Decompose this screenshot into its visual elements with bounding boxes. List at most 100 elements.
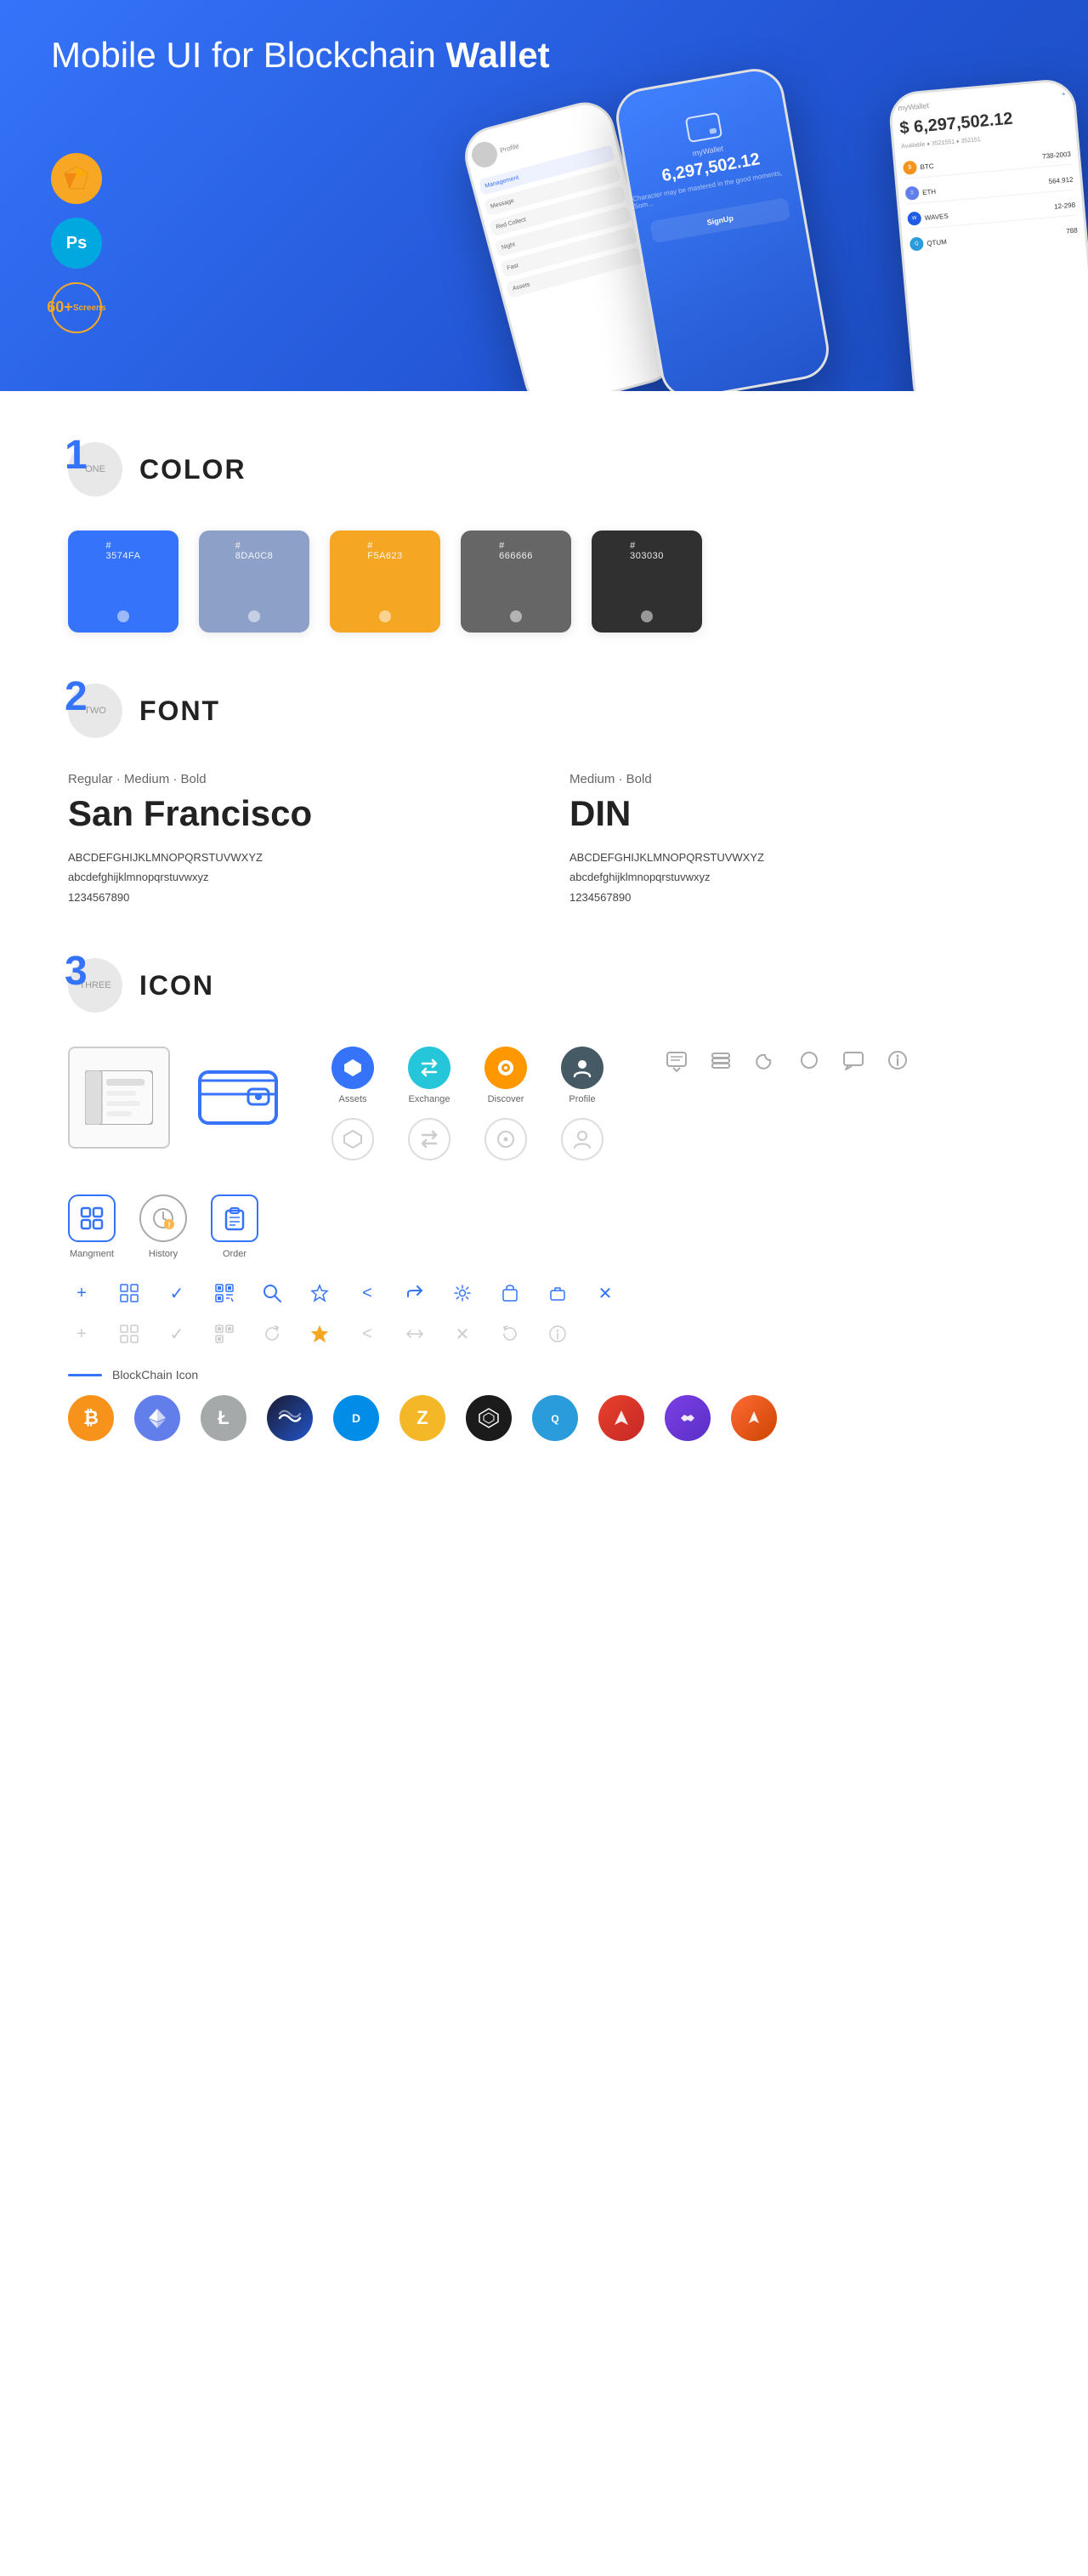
check-ghost-icon: ✓ [163, 1320, 190, 1348]
font-grid: Regular · Medium · Bold San Francisco AB… [68, 772, 1020, 907]
eth-icon [134, 1395, 180, 1441]
hero-section: Mobile UI for Blockchain Wallet UI Kit P… [0, 0, 1088, 391]
x-ghost-icon: ✕ [449, 1320, 476, 1348]
small-icons-active: + ✓ < ✕ [68, 1279, 1020, 1307]
plus-icon: + [68, 1279, 95, 1307]
resize-icon [544, 1279, 571, 1307]
icon-grid-main: Assets Exchange Discover [68, 1047, 1020, 1160]
icon-order: Order [211, 1194, 258, 1259]
icon-history: ! History [139, 1194, 187, 1259]
small-icons-ghost: + ✓ < ✕ [68, 1320, 1020, 1348]
ps-badge: Ps [51, 218, 102, 269]
qr-ghost-icon [211, 1320, 238, 1348]
bat-icon [731, 1395, 777, 1441]
matic-icon [665, 1395, 711, 1441]
message-icon [663, 1047, 690, 1074]
section-number-2: TWO 2 [68, 684, 122, 738]
svg-text:D: D [352, 1411, 360, 1425]
chevron-left-icon: < [354, 1279, 381, 1307]
check-icon: ✓ [163, 1279, 190, 1307]
redo-ghost-icon [496, 1320, 524, 1348]
font-san-francisco: Regular · Medium · Bold San Francisco AB… [68, 772, 518, 907]
discover-icon [484, 1047, 527, 1089]
misc-icons-group [663, 1047, 911, 1074]
font-section-header: TWO 2 FONT [68, 684, 1020, 738]
screens-badge: 60+ Screens [51, 282, 102, 333]
icon-wallet-colored [187, 1047, 289, 1149]
font-din: Medium · Bold DIN ABCDEFGHIJKLMNOPQRSTUV… [570, 772, 1020, 907]
swatch-blue: #3574FA [68, 531, 178, 633]
svg-text:!: ! [168, 1221, 171, 1229]
exchange-outline-icon [408, 1118, 450, 1160]
star-icon [306, 1279, 333, 1307]
swatch-orange: #F5A623 [330, 531, 440, 633]
icon-profile-outline [552, 1118, 612, 1160]
order-icon [211, 1194, 258, 1242]
icon-title: ICON [139, 970, 214, 1001]
close-icon: ✕ [592, 1279, 619, 1307]
search-icon [258, 1279, 286, 1307]
icon-row-colored: Assets Exchange Discover [323, 1047, 612, 1104]
font1-name: San Francisco [68, 793, 518, 834]
section-number-1: ONE 1 [68, 442, 122, 496]
icon-bottom-row: Mangment ! History Order [68, 1194, 1020, 1259]
main-content: ONE 1 COLOR #3574FA #8DA0C8 #F5A623 [0, 442, 1088, 1492]
font2-upper: ABCDEFGHIJKLMNOPQRSTUVWXYZ abcdefghijklm… [570, 848, 1020, 907]
color-swatches: #3574FA #8DA0C8 #F5A623 #666666 #303 [68, 531, 1020, 633]
icon-row-outline [323, 1118, 612, 1160]
plus-ghost-icon: + [68, 1320, 95, 1348]
color-section-header: ONE 1 COLOR [68, 442, 1020, 496]
font1-style: Regular · Medium · Bold [68, 772, 518, 786]
blockchain-line-icon [68, 1374, 102, 1376]
assets-outline-icon [332, 1118, 374, 1160]
icon-assets: Assets [323, 1047, 382, 1104]
profile-icon [561, 1047, 604, 1089]
font2-name: DIN [570, 793, 1020, 834]
icon-profile: Profile [552, 1047, 612, 1104]
box-arrow-icon [496, 1279, 524, 1307]
chevron-left-ghost-icon: < [354, 1320, 381, 1348]
sketch-badge [51, 153, 102, 204]
icon-discover-outline [476, 1118, 536, 1160]
font1-upper: ABCDEFGHIJKLMNOPQRSTUVWXYZ abcdefghijklm… [68, 848, 518, 907]
history-icon: ! [139, 1194, 187, 1242]
hero-badges: Ps 60+ Screens [51, 153, 102, 333]
assets-icon [332, 1047, 374, 1089]
share-icon [401, 1279, 428, 1307]
star-ghost-icon [306, 1320, 333, 1348]
ltc-icon: Ł [201, 1395, 246, 1441]
swatch-dark: #303030 [592, 531, 702, 633]
blockchain-label-text: BlockChain Icon [112, 1368, 198, 1382]
info-icon [884, 1047, 911, 1074]
management-icon [68, 1194, 116, 1242]
waves-icon [267, 1395, 313, 1441]
btc-icon: ₿ [68, 1395, 114, 1441]
settings-icon [449, 1279, 476, 1307]
circle-icon [796, 1047, 823, 1074]
grid-ghost-icon [116, 1320, 143, 1348]
qr-icon [211, 1279, 238, 1307]
section-number-3: THREE 3 [68, 958, 122, 1013]
moon-icon [751, 1047, 779, 1074]
icon-assets-outline [323, 1118, 382, 1160]
blockchain-label-row: BlockChain Icon [68, 1368, 1020, 1382]
profile-outline-icon [561, 1118, 604, 1160]
ark-icon [598, 1395, 644, 1441]
icon-exchange: Exchange [400, 1047, 459, 1104]
icon-exchange-outline [400, 1118, 459, 1160]
crypto-icons-row: ₿ Ł D Z Q [68, 1395, 1020, 1492]
phones-mockup: Profile Management Message Red Collect N… [468, 51, 1088, 391]
font2-style: Medium · Bold [570, 772, 1020, 786]
refresh-ghost-icon [258, 1320, 286, 1348]
info-ghost-icon [544, 1320, 571, 1348]
icon-wireframe-group [68, 1047, 289, 1149]
arrows-ghost-icon [401, 1320, 428, 1348]
misc-icons-row1 [663, 1047, 911, 1074]
icon-wireframe-1 [68, 1047, 170, 1149]
icon-colored-group: Assets Exchange Discover [323, 1047, 612, 1160]
zcash-icon: Z [400, 1395, 445, 1441]
grid-add-icon [116, 1279, 143, 1307]
icon-discover: Discover [476, 1047, 536, 1104]
icon-section-header: THREE 3 ICON [68, 958, 1020, 1013]
svg-text:Q: Q [551, 1413, 558, 1425]
